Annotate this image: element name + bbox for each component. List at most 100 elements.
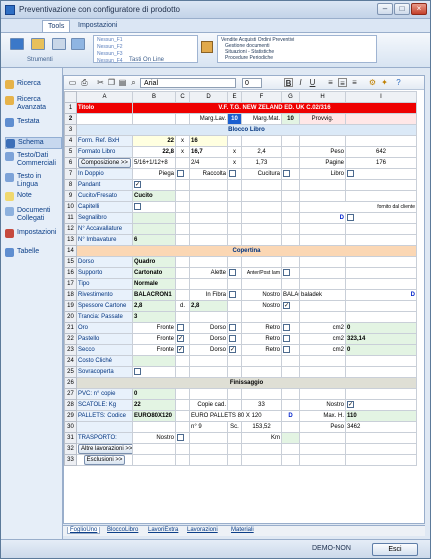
sheet-tab-bloccolibro[interactable]: BloccoLibro	[107, 527, 138, 533]
column-header[interactable]: C	[175, 91, 190, 103]
cell[interactable]: 2,4	[241, 146, 282, 158]
font-size-select[interactable]: 0	[242, 78, 262, 88]
column-header[interactable]: E	[227, 91, 242, 103]
sidebar-item-documenti-collegati[interactable]: Documenti Collegati	[5, 207, 62, 225]
checkbox-checked[interactable]: ✓	[177, 334, 184, 342]
tab-tools[interactable]: Tools	[42, 20, 71, 32]
help-icon[interactable]	[71, 38, 85, 50]
cell[interactable]: 2/4	[189, 157, 228, 169]
lightbulb-icon[interactable]: ✦	[380, 78, 389, 87]
checkbox-checked[interactable]: ✓	[347, 400, 354, 408]
cell[interactable]: 1,73	[241, 157, 282, 169]
cell[interactable]: 16	[189, 135, 228, 147]
composizione-button[interactable]: Composizione >>	[78, 158, 131, 168]
font-select[interactable]: Arial	[140, 78, 236, 88]
cell[interactable]: 3	[132, 311, 176, 323]
print-icon[interactable]	[52, 38, 66, 50]
menu-tree[interactable]: Vendite Acquisti Ordini Preventivi Gesti…	[217, 35, 377, 63]
new-icon[interactable]: ▭	[68, 78, 77, 87]
italic-icon[interactable]: I	[296, 78, 305, 87]
checkbox-checked[interactable]: ✓	[283, 301, 290, 309]
esclusioni-button[interactable]: Esclusioni >>	[83, 455, 126, 465]
sidebar-item-tabelle[interactable]: Tabelle	[5, 248, 62, 258]
checkbox[interactable]	[283, 334, 290, 342]
cell[interactable]: 22,8	[132, 146, 176, 158]
cell[interactable]: D	[345, 289, 417, 301]
tree-item[interactable]: Procedure Periodiche	[221, 55, 373, 61]
sidebar-item-impostazioni[interactable]: Impostazioni	[5, 229, 62, 239]
cell[interactable]: 0	[345, 322, 417, 334]
checkbox[interactable]	[229, 334, 236, 342]
settings-icon[interactable]: ⚙	[368, 78, 377, 87]
checkbox[interactable]	[229, 268, 236, 276]
align-right-icon[interactable]: ≡	[350, 78, 359, 87]
maximize-button[interactable]: □	[394, 3, 410, 15]
tab-impostazioni[interactable]: Impostazioni	[73, 20, 122, 32]
help-icon[interactable]: ?	[394, 78, 403, 87]
column-header[interactable]: F	[241, 91, 282, 103]
sidebar-item-ricerca-avanzata[interactable]: Ricerca Avanzata	[5, 96, 62, 114]
cell[interactable]: Titolo	[76, 102, 133, 114]
sheet-tab-materiali[interactable]: Materiali	[231, 527, 254, 533]
column-header[interactable]: H	[299, 91, 346, 103]
cell[interactable]: Cartonato	[132, 267, 176, 279]
checkbox[interactable]	[229, 323, 236, 331]
sidebar-item-schema[interactable]: Schema	[5, 137, 62, 149]
cell[interactable]: 323,14	[345, 333, 417, 345]
align-center-icon[interactable]: ≡	[338, 78, 347, 88]
document-edit-icon[interactable]	[31, 38, 45, 50]
sidebar-item-ricerca[interactable]: Ricerca	[5, 80, 62, 90]
marg-mat-cell[interactable]: 10	[281, 113, 300, 125]
cell[interactable]: 642	[345, 146, 417, 158]
home-icon[interactable]	[201, 41, 213, 53]
align-left-icon[interactable]: ≡	[326, 78, 335, 87]
cell[interactable]: 16,7	[189, 146, 228, 158]
cell[interactable]: 6	[132, 234, 176, 246]
cell[interactable]: 176	[345, 157, 417, 169]
tasto-item[interactable]: Nessun_F2	[97, 44, 194, 51]
checkbox[interactable]	[134, 367, 141, 375]
sidebar-item-testata[interactable]: Testata	[5, 118, 62, 128]
sheet-tab-lavorazioni[interactable]: Lavorazioni	[187, 527, 218, 533]
calculator-icon[interactable]	[10, 38, 24, 50]
exit-button[interactable]: Esci	[372, 543, 418, 556]
underline-icon[interactable]: U	[308, 78, 317, 87]
cell[interactable]: 22	[132, 135, 176, 147]
paste-icon[interactable]: ▤	[118, 78, 127, 87]
column-header[interactable]: B	[132, 91, 176, 103]
altre-lavorazioni-button[interactable]: Altre lavorazioni >>	[78, 444, 132, 454]
marg-lav-cell[interactable]: 10	[227, 113, 242, 125]
cell[interactable]: 153,52	[241, 421, 282, 433]
checkbox[interactable]	[229, 290, 236, 298]
cell[interactable]: 110	[345, 410, 417, 422]
cell[interactable]: D	[299, 212, 346, 224]
cell[interactable]: 5/16+1/12+8	[132, 157, 176, 169]
checkbox[interactable]	[347, 169, 354, 177]
tasto-item[interactable]: Nessun_F1	[97, 37, 194, 44]
cell[interactable]: 2,8	[132, 300, 176, 312]
checkbox[interactable]	[177, 323, 184, 331]
cell[interactable]: baladek	[299, 289, 346, 301]
cell[interactable]: BALACRON1	[132, 289, 176, 301]
cell[interactable]: 3462	[345, 421, 417, 433]
copy-icon[interactable]: ❐	[107, 78, 116, 87]
checkbox[interactable]	[177, 433, 184, 441]
column-header[interactable]: A	[76, 91, 133, 103]
cell[interactable]: 22	[132, 399, 176, 411]
cell[interactable]: BALACRON	[281, 289, 300, 301]
checkbox[interactable]	[283, 323, 290, 331]
checkbox-checked[interactable]: ✓	[134, 180, 141, 188]
cell[interactable]: Normale	[132, 278, 176, 290]
title-cell[interactable]: V.F. T.G. NEW ZELAND ED. UK C.02/316	[132, 102, 417, 114]
cell[interactable]: EURO PALLETS 80 X 120	[189, 410, 282, 422]
cell[interactable]: 33	[241, 399, 282, 411]
close-button[interactable]: ×	[411, 3, 427, 15]
column-header[interactable]: D	[189, 91, 228, 103]
column-header[interactable]: I	[345, 91, 417, 103]
bold-icon[interactable]: B	[284, 78, 293, 88]
checkbox[interactable]	[134, 202, 141, 210]
checkbox[interactable]	[177, 169, 184, 177]
cell[interactable]: 2,8	[189, 300, 228, 312]
checkbox[interactable]	[283, 268, 290, 276]
find-icon[interactable]: ⌕	[129, 78, 138, 87]
